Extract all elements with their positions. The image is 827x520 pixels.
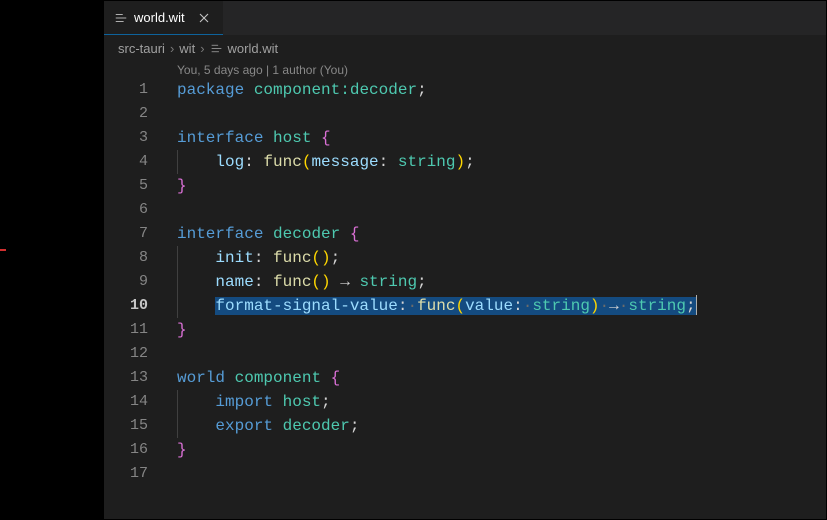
code-line[interactable]: world component { — [166, 366, 826, 390]
chevron-right-icon: › — [199, 41, 205, 56]
line-number: 8 — [104, 246, 148, 270]
line-number: 17 — [104, 462, 148, 486]
line-number: 9 — [104, 270, 148, 294]
code-line[interactable]: } — [166, 174, 826, 198]
line-number: 2 — [104, 102, 148, 126]
tab-world-wit[interactable]: world.wit — [104, 1, 223, 35]
line-number: 10 — [104, 294, 148, 318]
breadcrumb-item[interactable]: world.wit — [210, 41, 279, 56]
file-icon — [210, 42, 223, 55]
line-number-gutter: 1 2 3 4 5 6 7 8 9 10 11 12 13 14 15 16 1… — [104, 78, 166, 519]
tab-label: world.wit — [134, 10, 185, 25]
code-line[interactable]: package component:decoder; — [166, 78, 826, 102]
breadcrumb[interactable]: src-tauri › wit › world.wit — [104, 36, 826, 60]
line-number: 1 — [104, 78, 148, 102]
code-line[interactable]: init: func(); — [166, 246, 826, 270]
code-line[interactable]: import host; — [166, 390, 826, 414]
code-line[interactable] — [166, 198, 826, 222]
code-line[interactable]: format-signal-value:·func(value:·string)… — [166, 294, 826, 318]
breadcrumb-item[interactable]: wit — [179, 41, 195, 56]
line-number: 14 — [104, 390, 148, 414]
code-line[interactable]: interface decoder { — [166, 222, 826, 246]
tab-bar: world.wit — [104, 1, 826, 36]
line-number: 5 — [104, 174, 148, 198]
file-icon — [114, 11, 128, 25]
red-marker — [0, 249, 6, 251]
breadcrumb-item[interactable]: src-tauri — [118, 41, 165, 56]
line-number: 3 — [104, 126, 148, 150]
line-number: 11 — [104, 318, 148, 342]
line-number: 4 — [104, 150, 148, 174]
outer-margin — [0, 0, 103, 520]
code-line[interactable]: } — [166, 318, 826, 342]
code-line[interactable]: interface host { — [166, 126, 826, 150]
code-line[interactable]: name: func() → string; — [166, 270, 826, 294]
code-content[interactable]: package component:decoder; interface hos… — [166, 78, 826, 519]
code-line[interactable] — [166, 102, 826, 126]
close-icon[interactable] — [195, 9, 213, 27]
code-line[interactable]: log: func(message: string); — [166, 150, 826, 174]
line-number: 16 — [104, 438, 148, 462]
line-number: 7 — [104, 222, 148, 246]
line-number: 6 — [104, 198, 148, 222]
line-number: 13 — [104, 366, 148, 390]
code-line[interactable]: } — [166, 438, 826, 462]
code-line[interactable] — [166, 462, 826, 486]
line-number: 12 — [104, 342, 148, 366]
line-number: 15 — [104, 414, 148, 438]
text-cursor — [696, 295, 697, 315]
chevron-right-icon: › — [169, 41, 175, 56]
code-lens[interactable]: You, 5 days ago | 1 author (You) — [104, 60, 826, 78]
code-line[interactable] — [166, 342, 826, 366]
code-line[interactable]: export decoder; — [166, 414, 826, 438]
editor-pane: world.wit src-tauri › wit › world.wit Yo… — [103, 0, 827, 520]
